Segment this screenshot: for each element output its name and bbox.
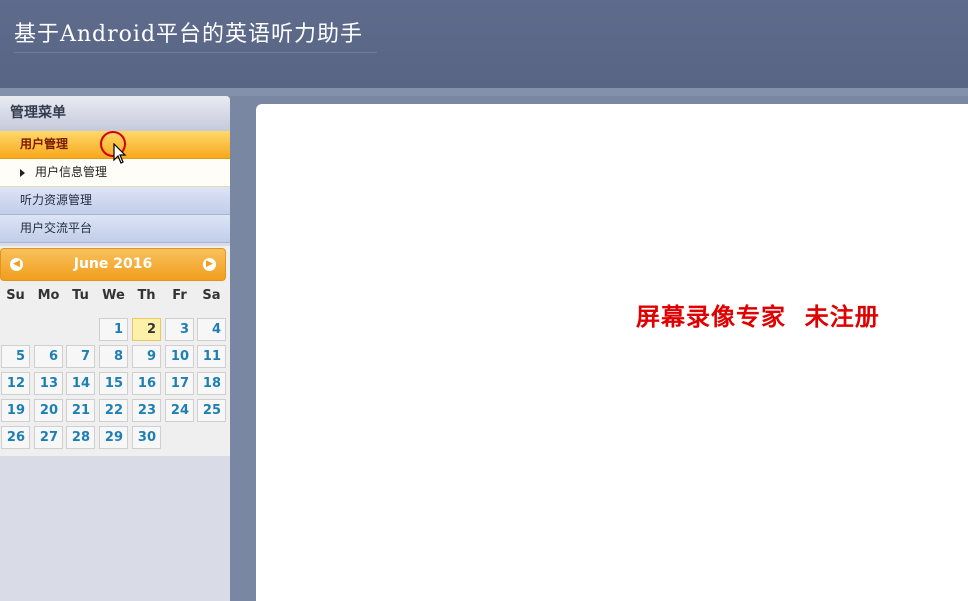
- weekday-label: Fr: [172, 288, 187, 303]
- calendar-day[interactable]: 3: [165, 318, 194, 341]
- calendar-day[interactable]: 21: [66, 399, 95, 422]
- calendar-day[interactable]: 11: [197, 345, 226, 368]
- calendar-day[interactable]: 6: [34, 345, 63, 368]
- sidebar-item-listening-resources[interactable]: 听力资源管理: [0, 187, 230, 215]
- next-month-icon[interactable]: ▶: [203, 258, 216, 271]
- calendar-month-label: June 2016: [73, 256, 153, 272]
- watermark-text: 屏幕录像专家 未注册: [636, 302, 880, 331]
- calendar-day[interactable]: 26: [1, 426, 30, 449]
- calendar-day[interactable]: 30: [132, 426, 161, 449]
- sidebar: 管理菜单 用户管理 用户信息管理 听力资源管理 用户交流平台 ◀ June 20…: [0, 96, 230, 601]
- weekday-label: Th: [137, 288, 156, 303]
- calendar-weekdays: Su Mo Tu We Th Fr Sa: [0, 288, 230, 308]
- calendar-day[interactable]: 7: [66, 345, 95, 368]
- calendar-day[interactable]: 1: [99, 318, 128, 341]
- calendar-day[interactable]: 23: [132, 399, 161, 422]
- calendar-day-today[interactable]: 2: [132, 318, 161, 341]
- weekday-label: We: [102, 288, 125, 303]
- sidebar-item-label: 用户管理: [20, 137, 69, 151]
- calendar-day[interactable]: 13: [34, 372, 63, 395]
- main-content: 屏幕录像专家 未注册: [256, 104, 968, 601]
- caret-right-icon: [20, 168, 25, 177]
- calendar-day[interactable]: 27: [34, 426, 63, 449]
- calendar-day[interactable]: 29: [99, 426, 128, 449]
- app-title: 基于Android平台的英语听力助手: [14, 18, 378, 53]
- calendar-day[interactable]: 15: [99, 372, 128, 395]
- submenu-item-label: 用户信息管理: [35, 165, 108, 179]
- calendar-day[interactable]: 28: [66, 426, 95, 449]
- sidebar-item-label: 听力资源管理: [20, 193, 93, 207]
- weekday-label: Tu: [72, 288, 89, 303]
- prev-month-icon[interactable]: ◀: [10, 258, 23, 271]
- top-header: 基于Android平台的英语听力助手: [0, 0, 968, 88]
- weekday-label: Sa: [202, 288, 221, 303]
- calendar-days-grid: 1 2 3 4 5 6 7 8 9 10 11 12 13 14 15 16 17 18 19 20 21 22 23 24 2…: [0, 318, 230, 454]
- calendar-day[interactable]: 24: [165, 399, 194, 422]
- calendar-day[interactable]: 19: [1, 399, 30, 422]
- calendar-day[interactable]: 14: [66, 372, 95, 395]
- sidebar-item-label: 用户交流平台: [20, 221, 93, 235]
- calendar-header: ◀ June 2016 ▶: [0, 248, 226, 281]
- calendar-day[interactable]: 16: [132, 372, 161, 395]
- sidebar-item-user-forum[interactable]: 用户交流平台: [0, 215, 230, 243]
- calendar-day[interactable]: 17: [165, 372, 194, 395]
- header-divider: [0, 88, 968, 96]
- calendar-day[interactable]: 20: [34, 399, 63, 422]
- calendar-day[interactable]: 22: [99, 399, 128, 422]
- calendar-day[interactable]: 18: [197, 372, 226, 395]
- calendar-day[interactable]: 4: [197, 318, 226, 341]
- sidebar-header: 管理菜单: [0, 96, 230, 131]
- calendar-day[interactable]: 10: [165, 345, 194, 368]
- calendar-day[interactable]: 5: [1, 345, 30, 368]
- calendar: ◀ June 2016 ▶ Su Mo Tu We Th Fr Sa 1 2 3 4 5 6 7 8 9 10…: [0, 246, 230, 456]
- calendar-day[interactable]: 8: [99, 345, 128, 368]
- calendar-day[interactable]: 12: [1, 372, 30, 395]
- mouse-cursor-icon: [113, 143, 127, 164]
- weekday-label: Mo: [37, 288, 60, 303]
- calendar-day[interactable]: 9: [132, 345, 161, 368]
- weekday-label: Su: [6, 288, 25, 303]
- calendar-day[interactable]: 25: [197, 399, 226, 422]
